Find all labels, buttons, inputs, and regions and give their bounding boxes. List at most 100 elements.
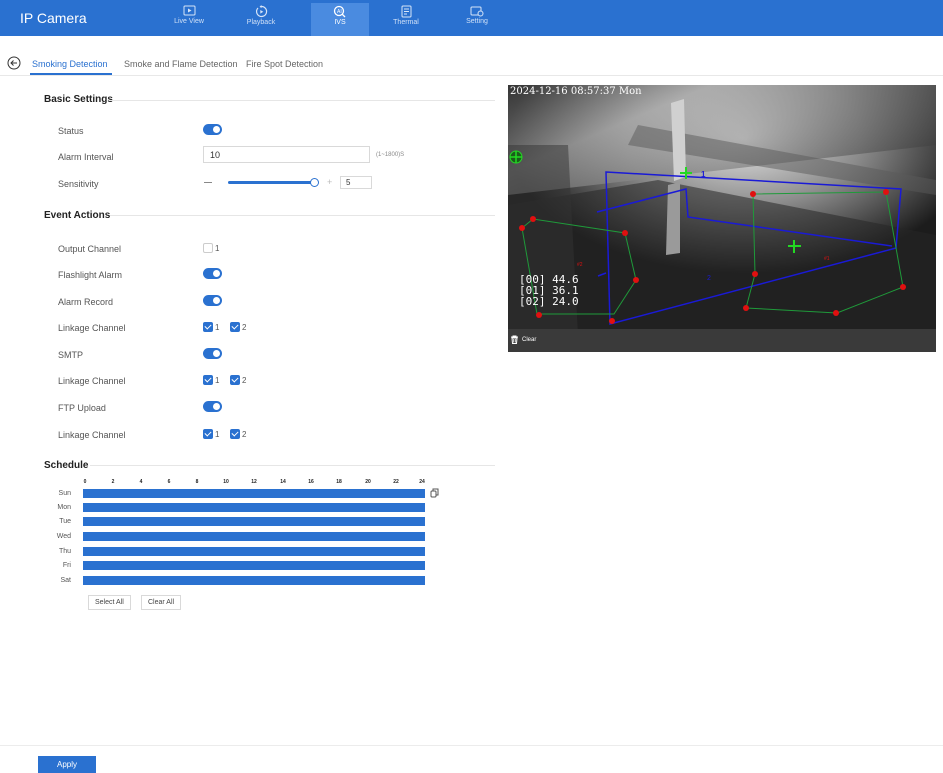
svg-text:AI: AI xyxy=(337,9,342,15)
hour-label: 22 xyxy=(393,479,399,485)
sensitivity-value-input[interactable]: 5 xyxy=(340,176,372,189)
schedule-bar-sun[interactable] xyxy=(83,489,425,498)
top-nav-bar: IP Camera Live View Playback AI IVS Ther… xyxy=(0,0,943,36)
sensitivity-slider-track[interactable] xyxy=(228,181,314,184)
day-label-wed: Wed xyxy=(56,533,71,540)
alarm-record-label: Alarm Record xyxy=(58,297,114,307)
temperature-readout: [02] 24.0 xyxy=(519,295,579,308)
ftp-upload-label: FTP Upload xyxy=(58,403,106,413)
nav-live-view[interactable]: Live View xyxy=(160,3,218,36)
schedule-bar-tue[interactable] xyxy=(83,517,425,526)
linkage-channel-label: Linkage Channel xyxy=(58,323,126,333)
nav-thermal[interactable]: Thermal xyxy=(377,3,435,36)
tab-smoking-detection[interactable]: Smoking Detection xyxy=(32,59,108,69)
linkage-channel-label: Linkage Channel xyxy=(58,376,126,386)
record-linkage-checkbox-2[interactable] xyxy=(230,322,240,332)
checkbox-label: 1 xyxy=(215,323,220,332)
smtp-toggle[interactable] xyxy=(203,348,222,359)
clear-all-button[interactable]: Clear All xyxy=(141,595,182,610)
hour-label: 20 xyxy=(365,479,371,485)
nav-label: IVS xyxy=(334,19,346,26)
sensitivity-increase-button[interactable]: + xyxy=(327,177,332,187)
output-channel-label: Output Channel xyxy=(58,244,122,254)
hour-label: 2 xyxy=(111,479,115,485)
clear-button[interactable]: Clear xyxy=(510,335,536,344)
zone-label: 2 xyxy=(707,275,711,282)
apply-button[interactable]: Apply xyxy=(38,756,96,773)
flashlight-alarm-toggle[interactable] xyxy=(203,268,222,279)
day-label-sun: Sun xyxy=(58,490,71,497)
day-label-fri: Fri xyxy=(62,562,71,569)
live-view-icon xyxy=(183,5,195,16)
tab-divider xyxy=(0,75,943,76)
hour-label: 0 xyxy=(83,479,87,485)
camera-preview[interactable]: 1 2 #1 #2 2024-12-16 08:57:37 Mon [00] 4… xyxy=(508,85,936,329)
flashlight-alarm-label: Flashlight Alarm xyxy=(58,270,123,280)
hour-label: 12 xyxy=(251,479,257,485)
tab-smoke-and-flame-detection[interactable]: Smoke and Flame Detection xyxy=(124,59,238,69)
temperature-readouts: [00] 44.6 [01] 36.1 [02] 24.0 xyxy=(519,274,579,307)
nav-label: Thermal xyxy=(393,19,419,26)
hour-label: 24 xyxy=(419,479,425,485)
tab-fire-spot-detection[interactable]: Fire Spot Detection xyxy=(246,59,323,69)
nav-label: Live View xyxy=(174,18,204,25)
clear-label: Clear xyxy=(522,336,537,343)
ftp-upload-toggle[interactable] xyxy=(203,401,222,412)
record-linkage-checkbox-1[interactable] xyxy=(203,322,213,332)
hour-label: 14 xyxy=(280,479,286,485)
section-divider xyxy=(90,465,495,466)
hour-label: 18 xyxy=(336,479,342,485)
nav-setting[interactable]: Setting xyxy=(448,3,506,36)
section-divider xyxy=(110,215,495,216)
ftp-linkage-checkbox-1[interactable] xyxy=(203,429,213,439)
day-label-mon: Mon xyxy=(57,504,71,511)
sensitivity-decrease-button[interactable] xyxy=(204,182,212,183)
day-label-thu: Thu xyxy=(58,548,71,555)
app-title: IP Camera xyxy=(20,10,87,26)
day-label-tue: Tue xyxy=(59,518,71,525)
camera-footer-bar xyxy=(508,329,936,352)
section-divider xyxy=(110,100,495,101)
checkbox-label: 1 xyxy=(215,430,220,439)
checkbox-label: 2 xyxy=(242,376,247,385)
nav-ivs[interactable]: AI IVS xyxy=(311,3,369,36)
hour-label: 10 xyxy=(223,479,229,485)
smtp-label: SMTP xyxy=(58,350,84,360)
checkbox-label: 2 xyxy=(242,430,247,439)
select-all-button[interactable]: Select All xyxy=(88,595,131,610)
copy-icon[interactable] xyxy=(430,488,439,498)
day-label-sat: Sat xyxy=(60,577,71,584)
zone-label: #2 xyxy=(577,262,583,268)
smtp-linkage-checkbox-2[interactable] xyxy=(230,375,240,385)
basic-settings-heading: Basic Settings xyxy=(44,94,113,105)
zone-label: 1 xyxy=(701,170,706,179)
checkbox-label: 1 xyxy=(215,244,220,253)
ivs-icon: AI xyxy=(333,5,346,18)
camera-timestamp: 2024-12-16 08:57:37 Mon xyxy=(510,86,642,97)
playback-icon xyxy=(255,5,267,18)
linkage-channel-label: Linkage Channel xyxy=(58,430,126,440)
output-channel-checkbox-1[interactable] xyxy=(203,243,213,253)
schedule-bar-wed[interactable] xyxy=(83,532,425,541)
hour-label: 4 xyxy=(139,479,143,485)
alarm-record-toggle[interactable] xyxy=(203,295,222,306)
alarm-interval-input[interactable]: 10 xyxy=(203,146,370,163)
checkbox-label: 1 xyxy=(215,376,220,385)
schedule-bar-thu[interactable] xyxy=(83,547,425,556)
alarm-interval-label: Alarm Interval xyxy=(58,152,114,162)
schedule-bar-fri[interactable] xyxy=(83,561,425,570)
zone-label: #1 xyxy=(824,256,830,262)
back-arrow-icon[interactable] xyxy=(7,56,21,70)
status-toggle[interactable] xyxy=(203,124,222,135)
schedule-bar-sat[interactable] xyxy=(83,576,425,585)
schedule-bar-mon[interactable] xyxy=(83,503,425,512)
status-label: Status xyxy=(58,126,84,136)
hour-label: 16 xyxy=(308,479,314,485)
nav-playback[interactable]: Playback xyxy=(232,3,290,36)
ftp-linkage-checkbox-2[interactable] xyxy=(230,429,240,439)
ptz-target-icon xyxy=(509,150,523,164)
sensitivity-slider-handle[interactable] xyxy=(310,178,319,187)
hour-label: 6 xyxy=(167,479,171,485)
smtp-linkage-checkbox-1[interactable] xyxy=(203,375,213,385)
sensitivity-label: Sensitivity xyxy=(58,179,99,189)
